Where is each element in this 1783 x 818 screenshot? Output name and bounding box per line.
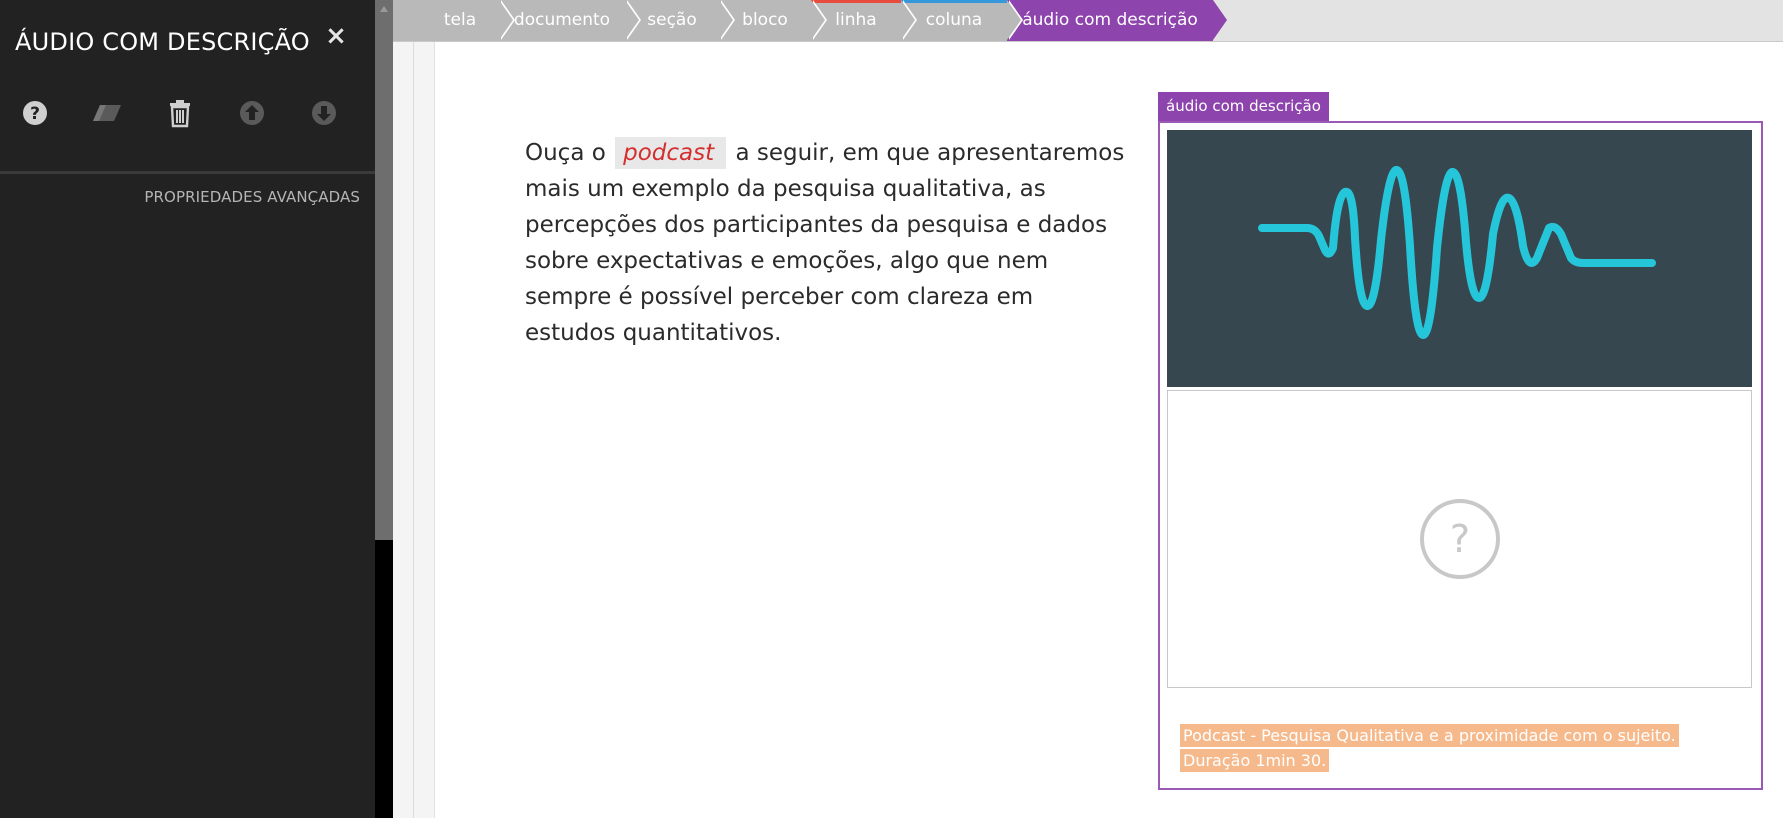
caption-line-2: Duração 1min 30. [1180, 749, 1330, 772]
breadcrumb-label: bloco [742, 10, 788, 30]
panel-title: ÁUDIO COM DESCRIÇÃO [15, 28, 310, 56]
help-icon[interactable]: ? [17, 95, 53, 131]
svg-text:?: ? [1449, 517, 1469, 561]
breadcrumb-lead [393, 0, 421, 41]
panel-divider [0, 171, 375, 174]
breadcrumb: tela documento seção bloco linha coluna … [393, 0, 1783, 42]
breadcrumb-label: linha [835, 10, 877, 30]
breadcrumb-label: áudio com descrição [1022, 10, 1198, 30]
svg-text:?: ? [30, 104, 40, 124]
vertical-scrollbar-thumb[interactable] [375, 0, 393, 540]
advanced-properties-link[interactable]: PROPRIEDADES AVANÇADAS [144, 188, 360, 206]
paragraph-text-start: Ouça o [525, 140, 606, 166]
paragraph-text-rest: a seguir, em que apresentaremos mais um … [525, 140, 1125, 346]
audio-caption: Podcast - Pesquisa Qualitativa e a proxi… [1180, 723, 1740, 773]
audio-wave-image [1167, 130, 1752, 387]
breadcrumb-item-audio[interactable]: áudio com descrição [1007, 0, 1227, 41]
component-toolbar: ? [0, 95, 375, 131]
page-margin [393, 42, 435, 818]
caption-line-1: Podcast - Pesquisa Qualitativa e a proxi… [1180, 724, 1679, 747]
move-up-icon[interactable] [234, 95, 270, 131]
body-paragraph[interactable]: Ouça o podcast a seguir, em que apresent… [525, 135, 1125, 351]
breadcrumb-label: coluna [925, 10, 983, 30]
audio-component-tag[interactable]: áudio com descrição [1158, 92, 1329, 121]
breadcrumb-label: documento [513, 10, 611, 30]
breadcrumb-item-documento[interactable]: documento [499, 0, 641, 41]
breadcrumb-label: seção [647, 10, 697, 30]
sound-wave-icon [1258, 166, 1656, 339]
scroll-up-arrow-icon[interactable] [375, 0, 393, 18]
trash-icon[interactable] [162, 95, 198, 131]
properties-panel: ÁUDIO COM DESCRIÇÃO × ? PROPRIEDADES AVA… [0, 0, 375, 818]
question-placeholder-icon: ? [1419, 499, 1500, 579]
editor-canvas: Ouça o podcast a seguir, em que apresent… [393, 42, 1783, 818]
move-down-icon[interactable] [306, 95, 342, 131]
breadcrumb-item-tela[interactable]: tela [421, 0, 515, 41]
podcast-highlight: podcast [615, 137, 727, 169]
eraser-icon[interactable] [89, 95, 125, 131]
close-icon[interactable]: × [322, 22, 350, 50]
audio-component[interactable]: ? Podcast - Pesquisa Qualitativa e a pro… [1158, 121, 1763, 790]
breadcrumb-label: tela [443, 10, 477, 30]
audio-player-placeholder[interactable]: ? [1167, 390, 1752, 688]
